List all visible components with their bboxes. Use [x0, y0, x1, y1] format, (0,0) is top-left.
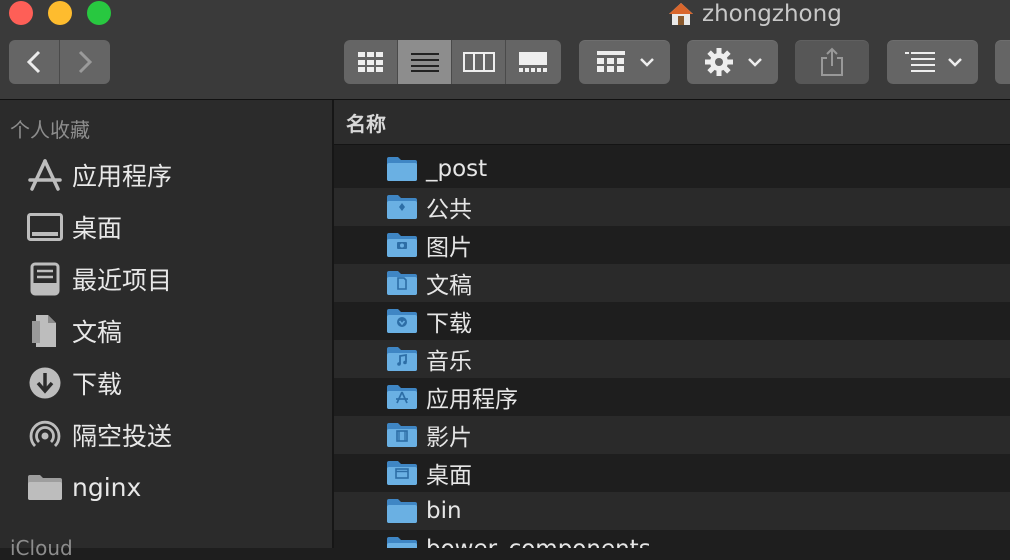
sidebar-item-airdrop[interactable]: 隔空投送 — [26, 415, 172, 455]
sidebar-heading-favorites: 个人收藏 — [10, 118, 90, 142]
view-mode-control — [344, 40, 561, 84]
movies-folder-icon — [387, 423, 417, 447]
pictures-folder-icon — [387, 233, 417, 257]
sidebar-item-downloads[interactable]: 下载 — [26, 363, 122, 403]
chevron-down-icon — [947, 58, 962, 67]
list-view-icon — [410, 53, 439, 72]
downloads-folder-icon — [387, 309, 417, 333]
desktop-folder-icon — [387, 461, 417, 485]
file-name: 应用程序 — [426, 387, 518, 413]
file-row[interactable]: 应用程序 — [334, 378, 1010, 416]
sidebar-item-label: 应用程序 — [72, 162, 173, 191]
back-button[interactable] — [9, 40, 60, 84]
folder-icon — [387, 499, 417, 523]
home-icon — [669, 3, 693, 25]
file-name: 桌面 — [426, 463, 472, 489]
desktop-icon — [27, 213, 63, 241]
column-header-name[interactable]: 名称 — [334, 100, 1010, 145]
gallery-view-icon — [518, 52, 547, 72]
group-button[interactable] — [579, 40, 670, 84]
sidebar-item-label: 最近项目 — [72, 266, 173, 295]
chevron-left-icon — [26, 50, 41, 74]
documents-folder-icon — [387, 271, 417, 295]
sidebar-item-documents[interactable]: 文稿 — [26, 311, 122, 351]
file-row[interactable]: 下载 — [334, 302, 1010, 340]
chevron-right-icon — [78, 50, 93, 74]
window-title-text: zhongzhong — [702, 1, 842, 27]
navigation-buttons — [9, 40, 110, 84]
sidebar-item-recents[interactable]: 最近项目 — [26, 259, 172, 299]
close-window-button[interactable] — [9, 1, 33, 25]
music-folder-icon — [387, 347, 417, 371]
icon-view-button[interactable] — [344, 40, 398, 84]
file-name: 音乐 — [426, 349, 472, 375]
window-title: zhongzhong — [668, 0, 842, 28]
airdrop-icon — [29, 420, 61, 447]
column-view-button[interactable] — [452, 40, 506, 84]
file-row[interactable]: 文稿 — [334, 264, 1010, 302]
file-name: 下载 — [426, 311, 472, 337]
file-name: _post — [426, 156, 488, 182]
file-name: 公共 — [426, 197, 472, 223]
toolbar-overflow-button[interactable] — [995, 40, 1010, 84]
group-grid-icon — [596, 51, 625, 72]
column-view-icon — [462, 52, 495, 72]
applications-folder-icon — [387, 385, 417, 409]
file-row[interactable]: 桌面 — [334, 454, 1010, 492]
toolbar: zhongzhong — [0, 0, 1010, 100]
file-row[interactable]: 公共 — [334, 188, 1010, 226]
gallery-view-button[interactable] — [506, 40, 559, 84]
action-button[interactable] — [687, 40, 778, 84]
sidebar-item-label: nginx — [72, 472, 142, 502]
arrange-list-icon — [904, 52, 935, 72]
sidebar-item-nginx[interactable]: nginx — [26, 467, 141, 507]
sidebar: 个人收藏 应用程序 桌面 最近项目 文稿 下载 隔空投送 nginx iClou… — [0, 100, 334, 560]
file-row[interactable]: bin — [334, 492, 1010, 530]
sidebar-item-desktop[interactable]: 桌面 — [26, 207, 122, 247]
share-button[interactable] — [795, 40, 869, 84]
folder-icon — [387, 157, 417, 181]
folder-icon — [28, 475, 62, 500]
file-name: 文稿 — [426, 273, 472, 299]
applications-icon — [28, 159, 62, 191]
list-view-button[interactable] — [398, 40, 452, 84]
forward-button[interactable] — [60, 40, 110, 84]
sidebar-item-label: 桌面 — [72, 214, 123, 243]
file-row[interactable]: _post — [334, 150, 1010, 188]
zoom-window-button[interactable] — [87, 1, 111, 25]
arrange-button[interactable] — [887, 40, 978, 84]
file-name: bin — [426, 498, 462, 524]
file-row[interactable]: 图片 — [334, 226, 1010, 264]
sidebar-item-label: 隔空投送 — [72, 422, 173, 451]
share-icon — [821, 47, 843, 76]
chevron-down-icon — [747, 58, 762, 67]
file-row[interactable]: bower_components — [334, 530, 1010, 548]
file-list: 名称 _post 公共图片文稿下载音乐应用程序影片桌面 bin bower_compo… — [334, 100, 1010, 548]
sidebar-item-applications[interactable]: 应用程序 — [26, 155, 172, 195]
documents-icon — [32, 315, 56, 347]
file-row[interactable]: 音乐 — [334, 340, 1010, 378]
public-folder-icon — [387, 195, 417, 219]
file-name: bower_components — [426, 536, 651, 548]
downloads-icon — [29, 367, 61, 399]
sidebar-item-label: 下载 — [72, 370, 123, 399]
file-name: 图片 — [426, 235, 472, 261]
sidebar-item-label: 文稿 — [72, 318, 123, 347]
file-name: 影片 — [426, 425, 472, 451]
file-row[interactable]: 影片 — [334, 416, 1010, 454]
column-header-label: 名称 — [346, 111, 386, 136]
icon-view-icon — [357, 52, 383, 72]
gear-icon — [704, 48, 733, 76]
sidebar-heading-icloud: iCloud — [10, 536, 73, 560]
folder-icon — [387, 537, 417, 548]
chevron-down-icon — [639, 58, 654, 67]
minimize-window-button[interactable] — [48, 1, 72, 25]
recents-icon — [30, 262, 60, 296]
